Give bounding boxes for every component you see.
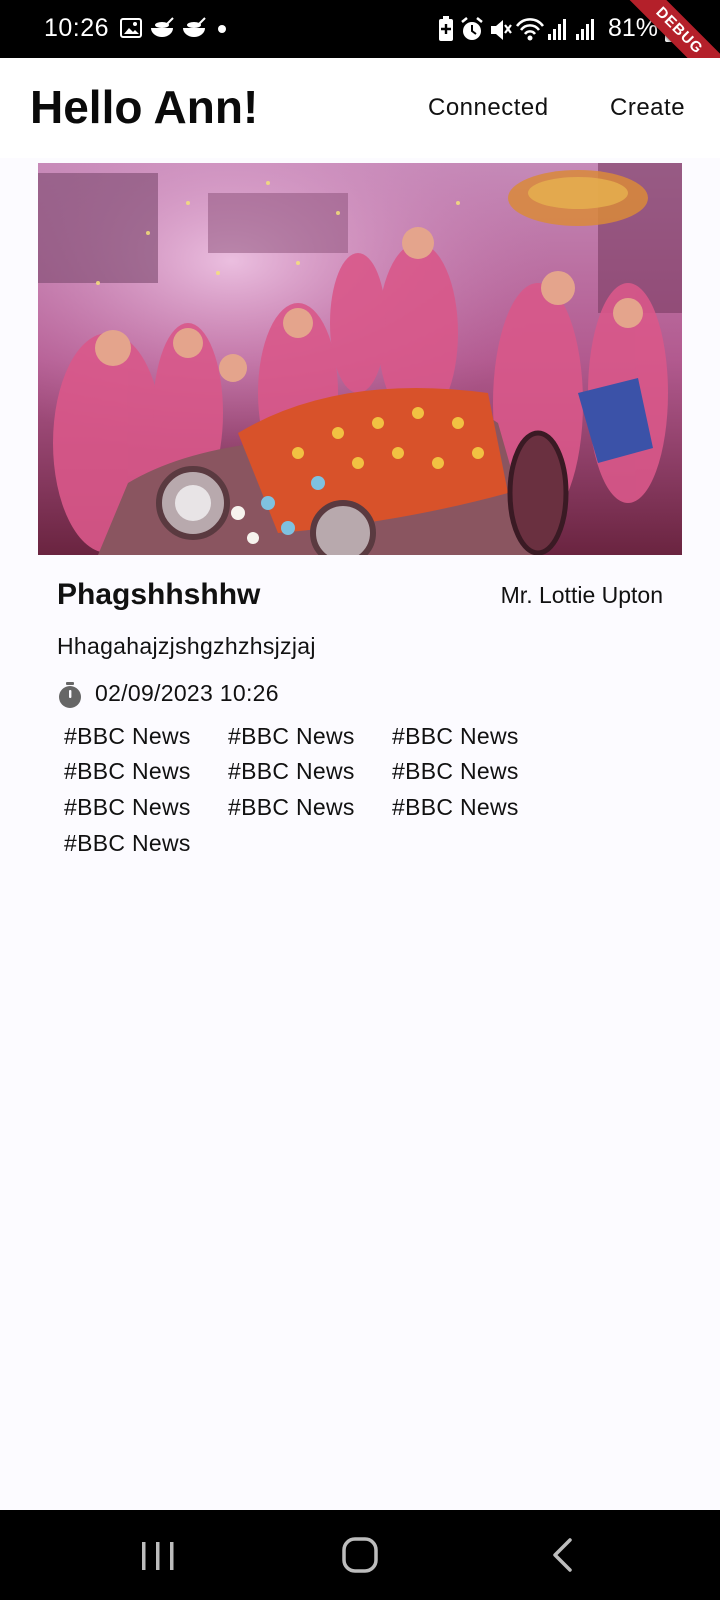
wifi-icon <box>515 18 545 41</box>
tag-chip[interactable]: #BBC News <box>228 723 355 750</box>
notification-icons <box>120 17 226 38</box>
tag-chip[interactable]: #BBC News <box>64 830 191 857</box>
recent-apps-button[interactable] <box>128 1532 188 1578</box>
system-icons <box>439 16 594 41</box>
home-button[interactable] <box>330 1532 390 1578</box>
food-bowl-icon <box>151 17 174 37</box>
signal-icon <box>576 19 594 40</box>
tag-chip[interactable]: #BBC News <box>392 758 519 785</box>
tag-chip[interactable]: #BBC News <box>64 794 191 821</box>
back-button[interactable] <box>532 1532 592 1578</box>
article-date: 02/09/2023 10:26 <box>95 680 279 706</box>
dot-icon <box>218 25 226 33</box>
app-bar: Hello Ann! Connected Create <box>0 58 720 158</box>
status-bar: 10:26 81% DEBUG <box>0 0 720 94</box>
tag-chip[interactable]: #BBC News <box>392 723 519 750</box>
create-link[interactable]: Create <box>610 94 685 122</box>
tag-chip[interactable]: #BBC News <box>64 758 191 785</box>
article-description: Hhagahajzjshgzhzhsjzjaj <box>57 633 316 659</box>
article-title: Phagshhshhw <box>57 578 261 611</box>
tag-chip[interactable]: #BBC News <box>392 794 519 821</box>
tag-chip[interactable]: #BBC News <box>64 723 191 750</box>
greeting-title: Hello Ann! <box>30 81 259 133</box>
alarm-icon <box>461 17 483 40</box>
signal-icon <box>548 19 566 40</box>
tag-chip[interactable]: #BBC News <box>228 758 355 785</box>
article-author: Mr. Lottie Upton <box>500 582 663 608</box>
food-bowl-icon <box>183 17 206 37</box>
holi-festival-photo <box>38 163 682 555</box>
timer-icon <box>59 682 81 708</box>
status-time: 10:26 <box>44 14 110 42</box>
image-icon <box>120 18 142 38</box>
battery-saver-icon <box>439 16 453 41</box>
article-image[interactable] <box>38 163 682 555</box>
mute-icon <box>491 20 512 40</box>
connected-link[interactable]: Connected <box>428 94 549 122</box>
tag-chip[interactable]: #BBC News <box>228 794 355 821</box>
system-nav-bar <box>0 1510 720 1600</box>
